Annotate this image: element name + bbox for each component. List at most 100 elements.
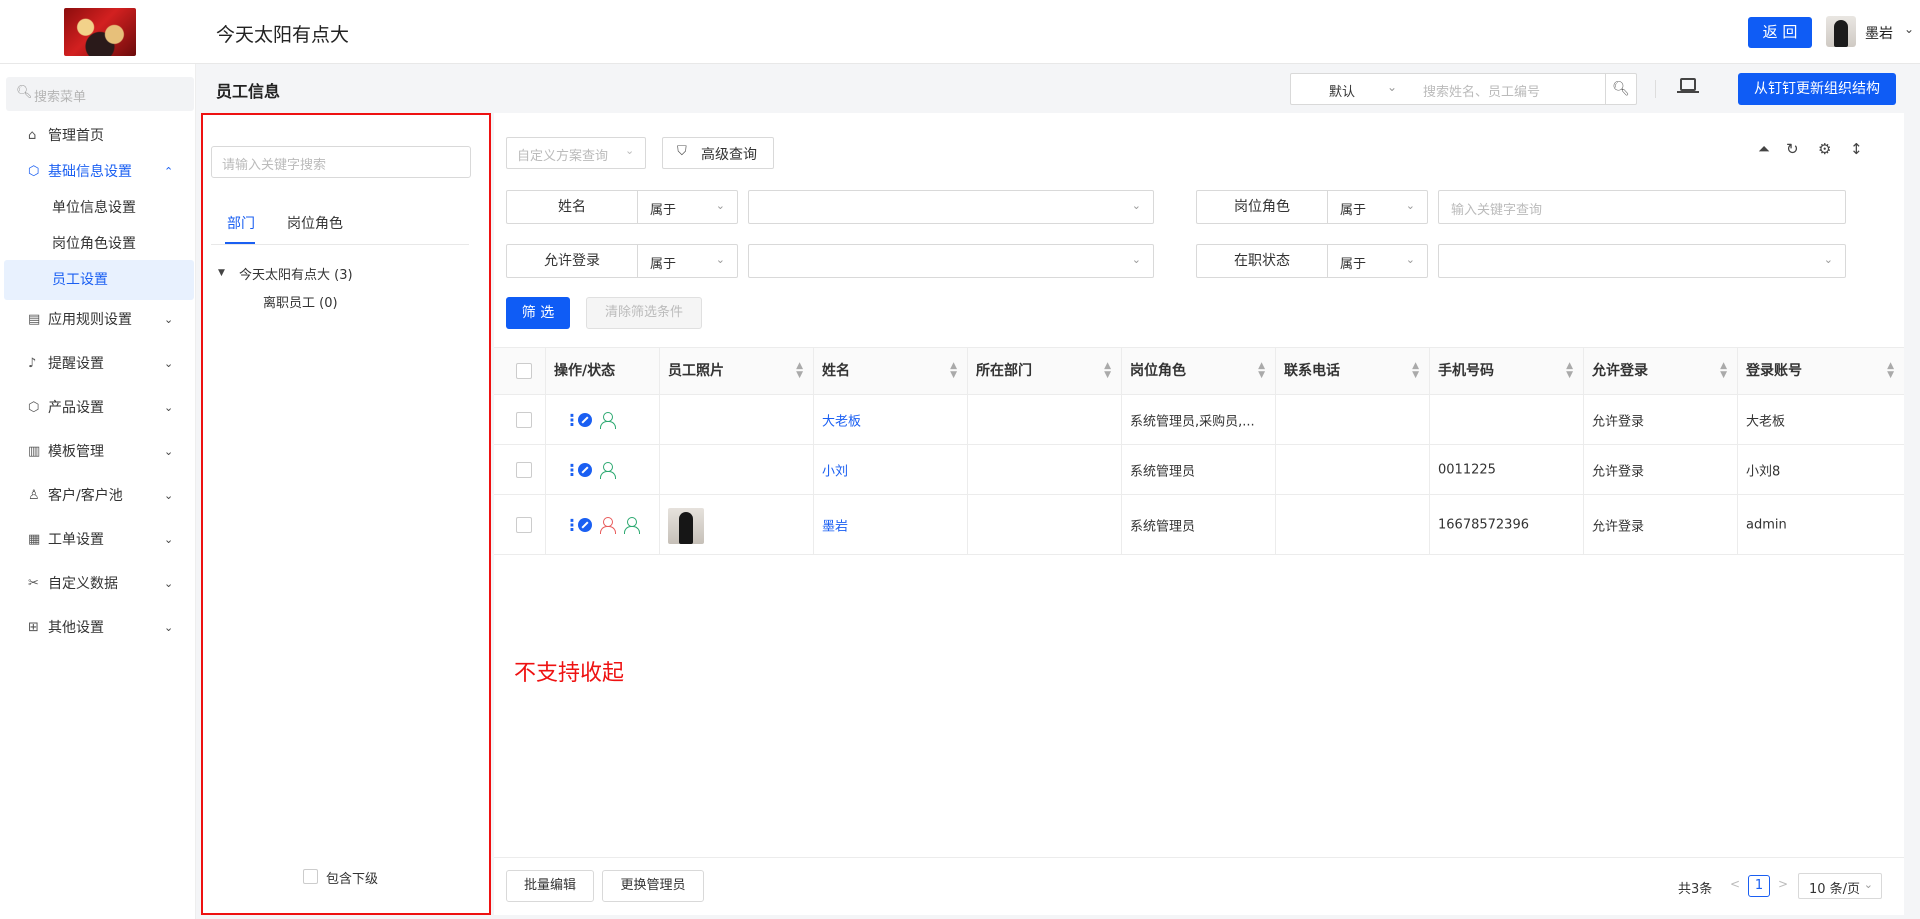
sidebar-item-home[interactable]: ⌂ 管理首页: [0, 116, 194, 156]
sidebar-subitem-unit-info[interactable]: 单位信息设置: [4, 188, 194, 228]
chevron-down-icon[interactable]: ⌄: [1904, 22, 1914, 36]
avatar[interactable]: [1826, 16, 1856, 47]
sidebar-item-template[interactable]: ▥ 模板管理 ⌄: [0, 432, 194, 472]
tab-department[interactable]: 部门: [227, 213, 255, 233]
next-page-icon[interactable]: >: [1778, 877, 1788, 891]
order-icon: ▦: [28, 532, 41, 547]
filter-name-op[interactable]: 属于 ⌄: [638, 190, 738, 224]
employee-name-link[interactable]: 墨岩: [822, 515, 848, 534]
sidebar-item-reminder[interactable]: ♪ 提醒设置 ⌄: [0, 344, 194, 384]
menu-search-input[interactable]: 🔍︎ 搜索菜单: [6, 77, 194, 111]
user-active-icon[interactable]: [600, 461, 616, 479]
filter-button[interactable]: 筛 选: [506, 297, 570, 329]
row-select-cell: [494, 445, 546, 494]
sort-icon[interactable]: ▲ ▼: [1104, 348, 1111, 380]
chevron-down-icon: ⌄: [1863, 878, 1873, 891]
table-row[interactable]: ⋮ 小刘 系统管理员 0011225 允许登录 小刘8: [494, 445, 1904, 495]
monitor-icon[interactable]: [1677, 78, 1699, 93]
user-active-icon[interactable]: [624, 516, 640, 534]
refresh-icon[interactable]: ↻: [1786, 140, 1799, 158]
include-sub-checkbox[interactable]: [303, 869, 318, 884]
sidebar-item-basic-info[interactable]: ⬡ 基础信息设置 ⌃: [0, 152, 194, 192]
back-button[interactable]: 返 回: [1748, 17, 1812, 48]
tree-search-placeholder: 请输入关键字搜索: [222, 158, 327, 173]
sort-icon[interactable]: ▲ ▼: [1720, 348, 1727, 380]
col-header-mobile[interactable]: 手机号码 ▲ ▼: [1430, 348, 1584, 394]
collapse-up-icon[interactable]: ⏶: [1758, 140, 1770, 158]
mobile-text: 16678572396: [1438, 517, 1529, 532]
view-select[interactable]: 默认 ⌄: [1290, 73, 1412, 105]
replace-admin-button[interactable]: 更换管理员: [602, 870, 704, 902]
sidebar-subitem-employee[interactable]: 员工设置: [4, 260, 194, 300]
filter-name-value[interactable]: ⌄: [748, 190, 1154, 224]
prev-page-icon[interactable]: <: [1730, 877, 1740, 891]
page-size-select[interactable]: 10 条/页 ⌄: [1798, 873, 1882, 899]
caret-down-icon[interactable]: ▼: [218, 268, 225, 278]
disable-icon[interactable]: [578, 462, 592, 477]
filter-role-op[interactable]: 属于 ⌄: [1328, 190, 1428, 224]
sort-icon[interactable]: ▲ ▼: [1566, 348, 1573, 380]
scheme-select[interactable]: 自定义方案查询 ⌄: [506, 137, 646, 169]
mobile-cell: 16678572396: [1430, 495, 1584, 554]
disable-icon[interactable]: [578, 517, 592, 532]
clear-filter-button[interactable]: 清除筛选条件: [586, 297, 702, 329]
select-all-checkbox[interactable]: [516, 363, 532, 379]
sort-icon[interactable]: ▲ ▼: [1258, 348, 1265, 380]
name-cell[interactable]: 墨岩: [814, 495, 968, 554]
template-icon: ▥: [28, 444, 41, 459]
filter-login-op[interactable]: 属于 ⌄: [638, 244, 738, 278]
batch-edit-button[interactable]: 批量编辑: [506, 870, 594, 902]
sidebar-item-app-rules[interactable]: ▤ 应用规则设置 ⌄: [0, 300, 194, 340]
col-header-photo[interactable]: 员工照片 ▲ ▼: [660, 348, 814, 394]
tree-search-input[interactable]: 请输入关键字搜索: [211, 146, 471, 178]
col-header-phone[interactable]: 联系电话 ▲ ▼: [1276, 348, 1430, 394]
sidebar-subitem-role[interactable]: 岗位角色设置: [4, 224, 194, 264]
advanced-query-button[interactable]: ⛉ 高级查询: [662, 137, 774, 169]
tree-node-resigned[interactable]: 离职员工 (0): [263, 292, 338, 311]
sidebar-item-other[interactable]: ⊞ 其他设置 ⌄: [0, 608, 194, 648]
employee-name-link[interactable]: 大老板: [822, 410, 861, 429]
employee-name-link[interactable]: 小刘: [822, 460, 848, 479]
col-header-login[interactable]: 允许登录 ▲ ▼: [1584, 348, 1738, 394]
view-select-value: 默认: [1329, 85, 1356, 100]
sidebar-item-customer[interactable]: ♙ 客户/客户池 ⌄: [0, 476, 194, 516]
page-number[interactable]: 1: [1748, 875, 1770, 897]
tab-role[interactable]: 岗位角色: [287, 213, 343, 233]
filter-status-value[interactable]: ⌄: [1438, 244, 1846, 278]
sidebar-item-product[interactable]: ⬡ 产品设置 ⌄: [0, 388, 194, 428]
sort-icon[interactable]: ▲ ▼: [950, 348, 957, 380]
account-text: 大老板: [1746, 414, 1786, 429]
sync-dingtalk-button[interactable]: 从钉钉更新组织结构: [1738, 73, 1896, 105]
col-header-name[interactable]: 姓名 ▲ ▼: [814, 348, 968, 394]
sort-icon[interactable]: ▲ ▼: [1887, 348, 1894, 380]
name-cell[interactable]: 大老板: [814, 395, 968, 444]
table-row[interactable]: ⋮ 大老板 系统管理员,采购员,... 允许登录 大老板: [494, 395, 1904, 445]
user-remove-icon[interactable]: [600, 516, 616, 534]
row-checkbox[interactable]: [516, 516, 532, 533]
settings-icon[interactable]: ⚙: [1818, 140, 1831, 158]
table-row[interactable]: ⋮ 墨岩 系统管理员 16678572396 允许登录 admin: [494, 495, 1904, 555]
row-checkbox[interactable]: [516, 461, 532, 478]
row-checkbox[interactable]: [516, 411, 532, 428]
user-name[interactable]: 墨岩: [1865, 23, 1893, 43]
employee-photo[interactable]: [668, 507, 704, 544]
sidebar-item-work-order[interactable]: ▦ 工单设置 ⌄: [0, 520, 194, 560]
sidebar-item-custom-data[interactable]: ✂ 自定义数据 ⌄: [0, 564, 194, 604]
disable-icon[interactable]: [578, 412, 592, 427]
sort-icon[interactable]: ▲ ▼: [796, 348, 803, 380]
filter-role-input[interactable]: 输入关键字查询: [1438, 190, 1846, 224]
col-header-dept[interactable]: 所在部门 ▲ ▼: [968, 348, 1122, 394]
resize-icon[interactable]: ↕: [1850, 140, 1863, 158]
company-logo[interactable]: [64, 8, 136, 56]
col-header-account[interactable]: 登录账号 ▲ ▼: [1738, 348, 1904, 394]
employee-search-input[interactable]: 搜索姓名、员工编号: [1411, 73, 1606, 105]
sort-icon[interactable]: ▲ ▼: [1412, 348, 1419, 380]
filter-status-op[interactable]: 属于 ⌄: [1328, 244, 1428, 278]
search-button[interactable]: 🔍︎: [1605, 73, 1637, 105]
user-active-icon[interactable]: [600, 411, 616, 429]
tree-node-root[interactable]: 今天太阳有点大 (3): [239, 264, 353, 283]
col-header-role[interactable]: 岗位角色 ▲ ▼: [1122, 348, 1276, 394]
header-select-cell: [494, 348, 546, 394]
name-cell[interactable]: 小刘: [814, 445, 968, 494]
filter-login-value[interactable]: ⌄: [748, 244, 1154, 278]
